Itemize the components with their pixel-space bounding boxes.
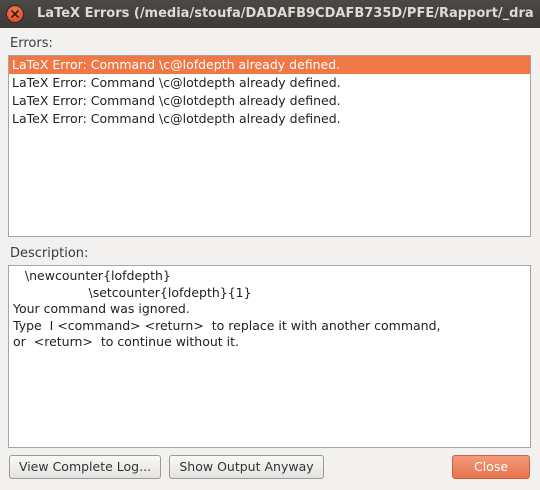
window-title: LaTeX Errors (/media/stoufa/DADAFB9CDAFB… bbox=[37, 6, 534, 21]
title-bar[interactable]: LaTeX Errors (/media/stoufa/DADAFB9CDAFB… bbox=[0, 0, 540, 28]
description-label: Description: bbox=[10, 246, 89, 261]
close-button[interactable]: Close bbox=[452, 455, 530, 479]
close-icon bbox=[11, 10, 19, 18]
error-item-2[interactable]: LaTeX Error: Command \c@lotdepth already… bbox=[9, 74, 530, 92]
errors-list[interactable]: LaTeX Error: Command \c@lofdepth already… bbox=[8, 55, 531, 237]
errors-label: Errors: bbox=[10, 36, 53, 51]
description-line-4: Type I <command> <return> to replace it … bbox=[13, 317, 441, 333]
description-line-3: Your command was ignored. bbox=[13, 301, 190, 316]
window-close-button[interactable] bbox=[7, 6, 23, 22]
show-output-anyway-button[interactable]: Show Output Anyway bbox=[169, 455, 324, 479]
description-line-5: or <return> to continue without it. bbox=[13, 334, 240, 349]
view-complete-log-button[interactable]: View Complete Log... bbox=[9, 455, 161, 479]
latex-errors-dialog: LaTeX Errors (/media/stoufa/DADAFB9CDAFB… bbox=[0, 0, 540, 490]
description-text-area[interactable]: \newcounter{lofdepth} \setcounter{lofdep… bbox=[8, 265, 531, 448]
description-line-2: \setcounter{lofdepth}{1} bbox=[13, 284, 252, 300]
error-item-3[interactable]: LaTeX Error: Command \c@lotdepth already… bbox=[9, 92, 530, 110]
description-line-1: \newcounter{lofdepth} bbox=[13, 268, 171, 283]
error-item-1[interactable]: LaTeX Error: Command \c@lofdepth already… bbox=[9, 56, 530, 74]
error-item-4[interactable]: LaTeX Error: Command \c@lotdepth already… bbox=[9, 110, 530, 128]
